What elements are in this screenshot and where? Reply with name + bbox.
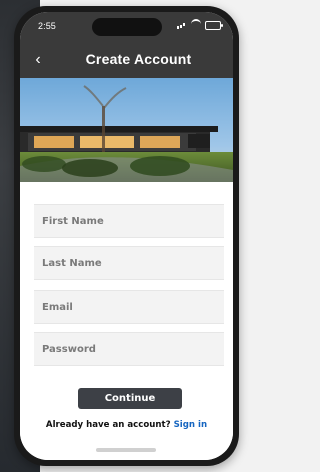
create-account-form: Continue Already have an account? Sign i… (20, 182, 233, 460)
status-icons (177, 19, 223, 30)
email-field[interactable] (34, 290, 224, 324)
email-input[interactable] (34, 291, 224, 323)
phone-screen: 2:55 ‹ Create Account First Name Last Na… (20, 12, 233, 460)
dynamic-island (92, 18, 162, 36)
page-title: Create Account (85, 51, 192, 67)
home-indicator (96, 448, 156, 452)
back-button[interactable]: ‹ (30, 52, 46, 68)
signin-link[interactable]: Sign in (174, 420, 207, 430)
password-input[interactable] (34, 333, 224, 365)
continue-button[interactable]: Continue (78, 388, 182, 409)
last-name-input[interactable] (34, 247, 224, 279)
password-field[interactable] (34, 332, 224, 366)
first-name-input[interactable] (34, 205, 224, 237)
top-nav-bar: ‹ Create Account (20, 42, 233, 78)
status-bar: 2:55 (20, 12, 233, 42)
last-name-field[interactable] (34, 246, 224, 280)
wifi-icon (191, 19, 201, 29)
signin-row: Already have an account? Sign in (20, 420, 233, 430)
hero-image (20, 78, 233, 182)
battery-icon (205, 20, 223, 30)
first-name-field[interactable] (34, 204, 224, 238)
signin-prompt: Already have an account? (45, 420, 171, 430)
chevron-left-icon: ‹ (35, 51, 41, 68)
signal-icon (177, 21, 187, 29)
building-photo-icon (20, 78, 233, 182)
status-time: 2:55 (38, 21, 56, 31)
